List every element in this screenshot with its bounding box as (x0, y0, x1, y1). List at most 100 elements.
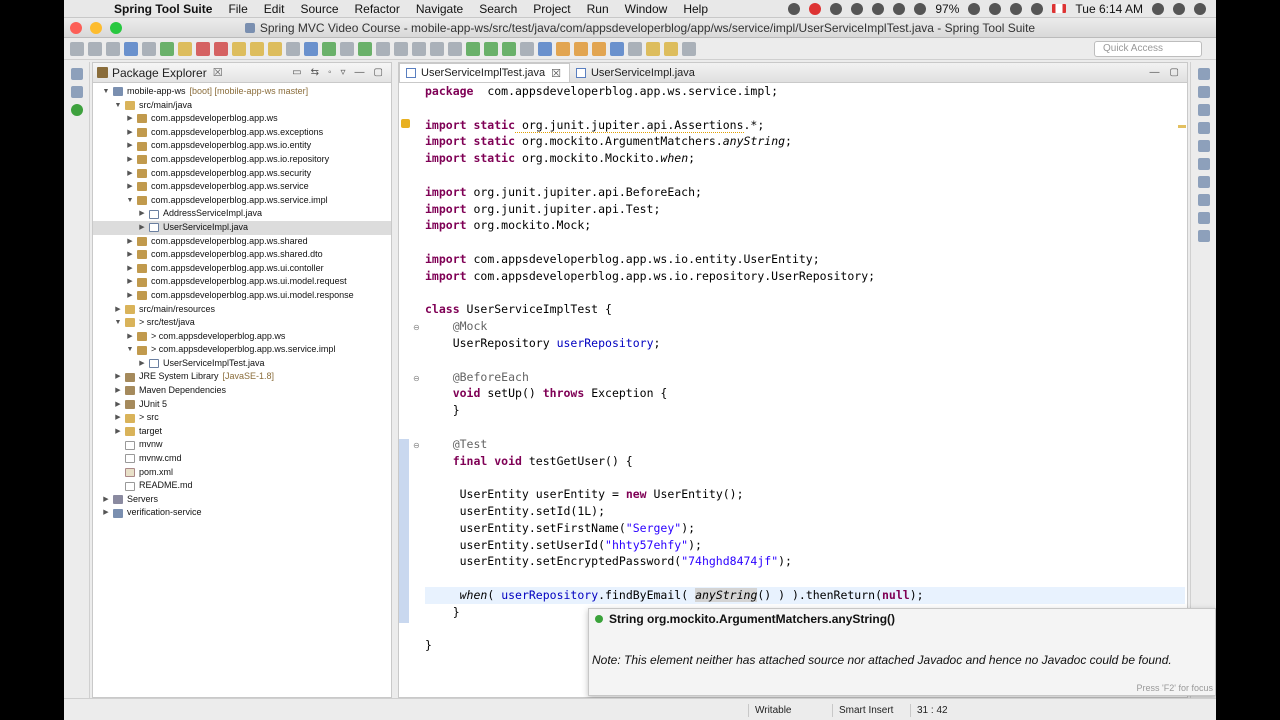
tree-item[interactable]: ▶ com.appsdeveloperblog.app.ws.io.entity (93, 139, 391, 153)
user-avatar-icon[interactable] (1173, 2, 1185, 15)
tree-item[interactable]: ▶ Servers (93, 493, 391, 507)
input-source-flag-icon[interactable] (1052, 4, 1067, 13)
editor-gutter[interactable]: ⊖ ⊖ ⊖ (399, 83, 423, 697)
restore-icon[interactable] (1197, 68, 1210, 80)
location-icon[interactable] (872, 2, 885, 15)
quick-access-input[interactable]: Quick Access (1094, 41, 1202, 57)
menu-source[interactable]: Source (292, 2, 346, 16)
fold-icon[interactable]: ⊖ (413, 441, 420, 450)
menu-help[interactable]: Help (675, 2, 716, 16)
terminate-icon[interactable] (196, 41, 210, 56)
menu-file[interactable]: File (220, 2, 255, 16)
warning-icon[interactable] (401, 119, 410, 128)
tree-item[interactable]: ▶ com.appsdeveloperblog.app.ws.ui.model.r… (93, 275, 391, 289)
code-line[interactable]: final void testGetUser() { (425, 453, 1185, 470)
chevron-right-icon[interactable]: ▶ (137, 357, 147, 371)
chevron-right-icon[interactable]: ▶ (113, 303, 123, 317)
run-icon[interactable] (484, 41, 498, 56)
new-server-icon[interactable] (538, 41, 552, 56)
step-return-icon[interactable] (268, 41, 282, 56)
junit-icon[interactable] (1197, 194, 1210, 206)
external-tools-icon[interactable] (520, 41, 534, 56)
status-app-icon[interactable] (851, 2, 864, 15)
code-line[interactable]: userEntity.setUserId("hhty57ehfy"); (425, 537, 1185, 554)
spring-explorer-icon[interactable] (1197, 104, 1210, 116)
tree-item[interactable]: ▶ JUnit 5 (93, 398, 391, 412)
code-line[interactable]: } (425, 402, 1185, 419)
chevron-down-icon[interactable]: ▼ (125, 343, 135, 357)
code-line[interactable]: import static org.junit.jupiter.api.Asse… (425, 117, 1185, 134)
tree-item[interactable]: ▶ JRE System Library [JavaSE-1.8] (93, 370, 391, 384)
tree-item[interactable]: ▼ src/main/java (93, 99, 391, 113)
code-line[interactable]: import static org.mockito.ArgumentMatche… (425, 133, 1185, 150)
debug-icon[interactable] (466, 41, 480, 56)
chevron-right-icon[interactable]: ▶ (125, 153, 135, 167)
chevron-right-icon[interactable]: ▶ (125, 289, 135, 303)
tree-item[interactable]: ▶ com.appsdeveloperblog.app.ws.shared.dto (93, 248, 391, 262)
new-java-class-icon[interactable] (394, 41, 408, 56)
drop-to-frame-icon[interactable] (286, 41, 300, 56)
overview-warning-marker[interactable] (1178, 125, 1186, 128)
annotation-prev-icon[interactable] (592, 41, 606, 56)
battery-percent[interactable]: 97% (935, 2, 959, 16)
code-line[interactable] (425, 100, 1185, 117)
maximize-icon[interactable]: ▢ (374, 67, 383, 78)
display-icon[interactable] (989, 2, 1002, 15)
chevron-right-icon[interactable]: ▶ (113, 425, 123, 439)
focus-icon[interactable]: ◦ (328, 67, 332, 78)
view-menu-icon[interactable]: ▿ (341, 67, 346, 78)
code-line[interactable]: import com.appsdeveloperblog.app.ws.io.e… (425, 251, 1185, 268)
tree-item[interactable]: mvnw (93, 438, 391, 452)
tree-item[interactable]: README.md (93, 479, 391, 493)
status-record-icon[interactable] (809, 2, 822, 15)
back-icon[interactable] (664, 41, 678, 56)
tree-item[interactable]: ▶ UserServiceImplTest.java (93, 357, 391, 371)
chevron-right-icon[interactable]: ▶ (125, 180, 135, 194)
terminal-icon[interactable] (124, 41, 138, 56)
search-icon[interactable] (556, 41, 570, 56)
disconnect-icon[interactable] (214, 41, 228, 56)
code-area[interactable]: package com.appsdeveloperblog.app.ws.ser… (425, 83, 1185, 654)
last-edit-location-icon[interactable] (646, 41, 660, 56)
tree-item[interactable]: ▶ Maven Dependencies (93, 384, 391, 398)
pin-icon[interactable] (628, 41, 642, 56)
chevron-right-icon[interactable]: ▶ (125, 126, 135, 140)
close-tab-icon[interactable]: ☒ (551, 67, 561, 80)
open-type-icon[interactable] (304, 41, 318, 56)
tree-item[interactable]: ▶ com.appsdeveloperblog.app.ws.service (93, 180, 391, 194)
code-line[interactable]: package com.appsdeveloperblog.app.ws.ser… (425, 83, 1185, 100)
code-line[interactable] (425, 419, 1185, 436)
code-line[interactable] (425, 234, 1185, 251)
annotation-next-icon[interactable] (574, 41, 588, 56)
chevron-right-icon[interactable]: ▶ (113, 370, 123, 384)
resume-icon[interactable] (160, 41, 174, 56)
code-line[interactable]: import static org.mockito.Mockito.when; (425, 150, 1185, 167)
tree-item[interactable]: ▶ com.appsdeveloperblog.app.ws.ui.contoll… (93, 262, 391, 276)
tree-item[interactable]: ▼ mobile-app-ws [boot] [mobile-app-ws mast… (93, 85, 391, 99)
code-line[interactable]: import org.junit.jupiter.api.BeforeEach; (425, 184, 1185, 201)
chevron-right-icon[interactable]: ▶ (137, 207, 147, 221)
menu-edit[interactable]: Edit (256, 2, 293, 16)
forward-icon[interactable] (682, 41, 696, 56)
chevron-down-icon[interactable]: ▼ (113, 99, 123, 113)
code-line[interactable]: UserEntity userEntity = new UserEntity()… (425, 486, 1185, 503)
chevron-right-icon[interactable]: ▶ (137, 221, 147, 235)
code-line[interactable]: @Test (425, 436, 1185, 453)
wifi-icon[interactable] (1010, 2, 1023, 15)
problems-icon[interactable] (1197, 140, 1210, 152)
chevron-right-icon[interactable]: ▶ (125, 330, 135, 344)
chevron-right-icon[interactable]: ▶ (125, 262, 135, 276)
step-over-icon[interactable] (250, 41, 264, 56)
overview-ruler[interactable] (1177, 83, 1187, 697)
code-line[interactable]: userEntity.setId(1L); (425, 503, 1185, 520)
menu-navigate[interactable]: Navigate (408, 2, 471, 16)
chevron-right-icon[interactable]: ▶ (113, 384, 123, 398)
boot-dashboard-icon[interactable] (70, 104, 83, 116)
code-line[interactable]: @BeforeEach (425, 369, 1185, 386)
tree-item[interactable]: pom.xml (93, 466, 391, 480)
step-into-icon[interactable] (232, 41, 246, 56)
tree-item[interactable]: ▶ verification-service (93, 506, 391, 520)
code-line[interactable] (425, 285, 1185, 302)
task-list-icon[interactable] (70, 86, 83, 98)
tree-item[interactable]: ▶ > com.appsdeveloperblog.app.ws (93, 330, 391, 344)
